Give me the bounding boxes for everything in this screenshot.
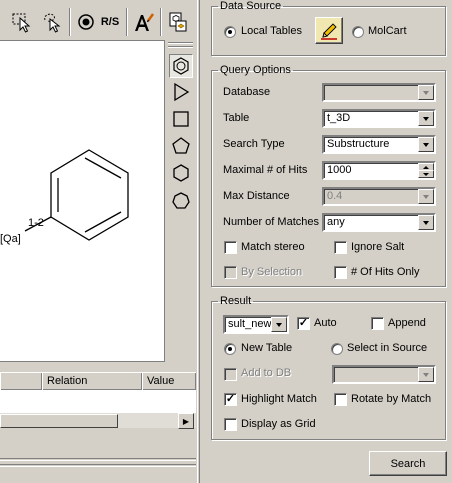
ignore-salt-checkbox[interactable] (334, 241, 347, 254)
result-name-select[interactable]: sult_new (223, 315, 289, 334)
database-select[interactable] (322, 83, 436, 102)
bond-label: 1-2 (28, 217, 44, 229)
new-table-radio[interactable] (224, 343, 236, 355)
lasso-select-icon[interactable] (38, 8, 66, 36)
scroll-right-icon[interactable]: ▶ (178, 413, 194, 429)
max-distance-select[interactable]: 0.4 (322, 187, 436, 206)
stereo-center-button[interactable]: R/S (74, 8, 122, 36)
scrollbar-thumb[interactable] (0, 414, 118, 428)
append-checkbox[interactable] (371, 317, 384, 330)
auto-checkbox[interactable]: ✓ (297, 317, 310, 330)
database-label: Database (223, 86, 271, 98)
query-options-legend: Query Options (220, 64, 291, 76)
search-type-select[interactable]: Substructure (322, 135, 436, 154)
ring-tools-palette (165, 40, 196, 362)
attachment-label: [Qa] (0, 233, 21, 245)
divider (0, 458, 196, 461)
molcart-label: MolCart (368, 25, 407, 37)
column-header-value[interactable]: Value (142, 373, 196, 390)
table-select[interactable]: t_3D (322, 109, 436, 128)
spin-down-icon[interactable] (418, 170, 434, 178)
splitter[interactable] (197, 0, 200, 483)
select-in-source-label: Select in Source (347, 342, 428, 354)
new-table-label: New Table (241, 342, 293, 354)
local-tables-label: Local Tables (241, 25, 302, 37)
max-hits-label: Maximal # of Hits (223, 164, 308, 176)
data-source-legend: Data Source (220, 0, 282, 12)
display-as-grid-label: Display as Grid (241, 418, 316, 430)
square-ring-icon[interactable] (169, 107, 193, 131)
hits-only-checkbox[interactable] (334, 266, 347, 279)
num-matches-select[interactable]: any (322, 213, 436, 232)
editor-toolbar: R/S (0, 0, 196, 40)
result-table-header: Relation Value (0, 372, 196, 390)
rotate-by-match-checkbox[interactable] (334, 393, 347, 406)
result-table-body[interactable] (0, 390, 196, 412)
add-to-db-checkbox[interactable] (224, 368, 237, 381)
auto-label: Auto (314, 317, 337, 329)
add-to-db-select[interactable] (332, 365, 436, 384)
triangle-ring-icon[interactable] (169, 80, 193, 104)
select-in-source-radio[interactable] (331, 343, 343, 355)
result-legend: Result (220, 295, 252, 307)
by-selection-checkbox[interactable] (224, 266, 237, 279)
structure-canvas[interactable]: 1-2 [Qa] (0, 40, 165, 362)
stereo-center-label: R/S (100, 16, 120, 28)
by-selection-label: By Selection (241, 266, 303, 278)
match-stereo-checkbox[interactable] (224, 241, 237, 254)
text-tool-icon[interactable] (131, 8, 157, 36)
append-label: Append (388, 317, 426, 329)
max-distance-label: Max Distance (223, 190, 290, 202)
max-hits-spinner[interactable]: 1000 (322, 161, 436, 180)
search-type-label: Search Type (223, 138, 285, 150)
molcart-radio[interactable] (352, 26, 364, 38)
rotate-by-match-label: Rotate by Match (351, 393, 432, 405)
select-arrow-icon[interactable] (8, 8, 36, 36)
match-stereo-label: Match stereo (241, 241, 305, 253)
table-label: Table (223, 112, 250, 124)
benzene-structure (24, 149, 129, 241)
highlight-match-checkbox[interactable]: ✓ (224, 393, 237, 406)
benzene-ring-icon[interactable] (169, 54, 193, 78)
heptagon-ring-icon[interactable] (169, 189, 193, 213)
local-tables-radio[interactable] (224, 26, 236, 38)
ignore-salt-label: Ignore Salt (351, 241, 405, 253)
pencil-icon (321, 22, 337, 40)
pentagon-ring-icon[interactable] (169, 134, 193, 158)
display-as-grid-checkbox[interactable] (224, 418, 237, 431)
stereo-center-icon (78, 14, 94, 30)
column-header-relation[interactable]: Relation (42, 373, 142, 390)
edit-source-button[interactable] (315, 17, 343, 44)
search-button[interactable]: Search (369, 451, 447, 476)
add-to-db-label: Add to DB (241, 367, 292, 379)
template-tool-icon[interactable] (164, 8, 192, 36)
highlight-match-label: Highlight Match (241, 393, 317, 405)
divider (0, 464, 196, 467)
num-matches-label: Number of Matches (223, 216, 319, 228)
horizontal-scrollbar[interactable]: ▶ (0, 412, 196, 429)
hexagon-ring-icon[interactable] (169, 161, 193, 185)
hits-only-label: # Of Hits Only (351, 266, 420, 278)
column-header[interactable] (0, 373, 42, 390)
